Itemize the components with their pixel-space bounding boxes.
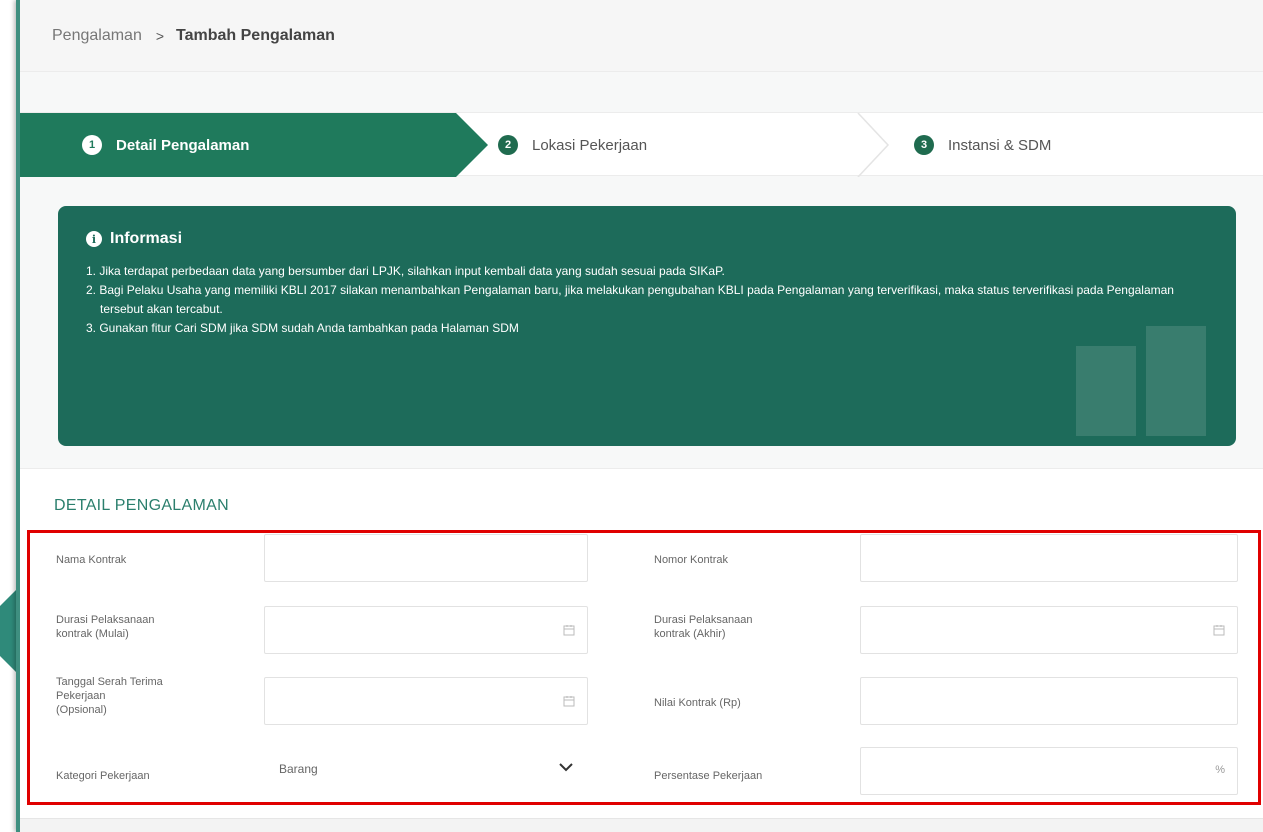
step-detail-pengalaman[interactable]: 1 Detail Pengalaman <box>20 113 488 177</box>
step-label: Lokasi Pekerjaan <box>532 136 648 154</box>
building-watermark-icon <box>1076 326 1206 436</box>
step-number-badge: 1 <box>82 135 102 155</box>
breadcrumb-separator: > <box>155 27 165 44</box>
info-title: Informasi <box>110 230 183 247</box>
breadcrumb: Pengalaman > Tambah Pengalaman <box>20 0 1263 72</box>
highlight-box <box>27 530 1261 805</box>
bottom-bar <box>20 818 1263 832</box>
info-item: 2. Bagi Pelaku Usaha yang memiliki KBLI … <box>86 283 1174 316</box>
step-instansi-sdm[interactable]: 3 Instansi & SDM <box>914 113 1051 177</box>
info-panel: i Informasi 1. Jika terdapat perbedaan d… <box>58 206 1236 446</box>
step-number-badge: 2 <box>498 135 518 155</box>
step-lokasi-pekerjaan[interactable]: 2 Lokasi Pekerjaan <box>498 113 647 177</box>
step-label: Instansi & SDM <box>948 136 1052 154</box>
breadcrumb-current: Tambah Pengalaman <box>176 26 335 44</box>
info-item: 3. Gunakan fitur Cari SDM jika SDM sudah… <box>86 321 519 335</box>
section-title: DETAIL PENGALAMAN <box>54 497 229 514</box>
wizard-stepper: 1 Detail Pengalaman 2 Lokasi Pekerjaan 3… <box>20 112 1263 177</box>
info-heading: i Informasi <box>86 230 1208 248</box>
info-item: 1. Jika terdapat perbedaan data yang ber… <box>86 264 725 278</box>
info-circle-icon: i <box>86 231 102 247</box>
breadcrumb-parent-link[interactable]: Pengalaman <box>52 27 142 45</box>
step-label: Detail Pengalaman <box>116 136 250 154</box>
step-divider-chevron <box>857 113 890 177</box>
step-number-badge: 3 <box>914 135 934 155</box>
info-list: 1. Jika terdapat perbedaan data yang ber… <box>86 262 1208 338</box>
